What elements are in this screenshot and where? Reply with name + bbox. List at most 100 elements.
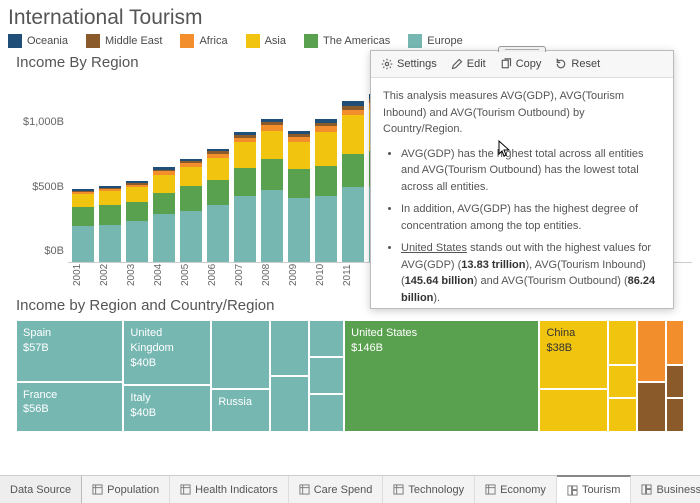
bar[interactable] (99, 186, 121, 262)
treemap-cell-value: $57B (23, 341, 116, 356)
bar-segment[interactable] (288, 198, 310, 262)
bar[interactable] (72, 189, 94, 262)
treemap-cell[interactable] (608, 320, 637, 365)
legend-item[interactable]: Africa (180, 34, 227, 48)
treemap-cell[interactable]: Spain$57B (16, 320, 123, 382)
treemap-cell-value: $146B (351, 341, 532, 356)
legend-label: The Americas (323, 35, 390, 47)
bar-segment[interactable] (261, 131, 283, 159)
treemap-cell[interactable]: France$56B (16, 382, 123, 432)
bar[interactable] (315, 119, 337, 262)
settings-button[interactable]: Settings (381, 58, 437, 70)
bar[interactable] (207, 149, 229, 262)
x-tick-label: 2010 (315, 263, 337, 287)
bar-segment[interactable] (126, 221, 148, 262)
treemap-cell[interactable] (608, 365, 637, 399)
bar-segment[interactable] (261, 190, 283, 262)
bar-segment[interactable] (99, 225, 121, 262)
bar-segment[interactable] (342, 115, 364, 154)
bar-segment[interactable] (288, 169, 310, 197)
bar[interactable] (288, 131, 310, 262)
pencil-icon (451, 58, 463, 70)
legend-item[interactable]: Oceania (8, 34, 68, 48)
bar-segment[interactable] (72, 207, 94, 226)
bar-segment[interactable] (153, 214, 175, 262)
bar-segment[interactable] (288, 142, 310, 169)
sheet-tab[interactable]: Technology (383, 476, 475, 503)
sheet-tab[interactable]: Economy (475, 476, 557, 503)
bar-segment[interactable] (207, 180, 229, 206)
bar-segment[interactable] (72, 194, 94, 207)
bar-segment[interactable] (153, 193, 175, 215)
y-tick-label: $1,000B (23, 116, 64, 128)
tab-label: Population (107, 484, 159, 496)
treemap-cell[interactable] (539, 389, 607, 432)
treemap-cell[interactable] (309, 357, 344, 394)
bar-segment[interactable] (180, 211, 202, 262)
bar-segment[interactable] (72, 226, 94, 262)
x-tick-label: 2004 (153, 263, 175, 287)
treemap-cell[interactable]: United Kingdom$40B (123, 320, 211, 385)
bar[interactable] (153, 167, 175, 262)
treemap-cell[interactable] (666, 398, 684, 432)
treemap-cell[interactable] (666, 320, 684, 365)
bar-segment[interactable] (126, 202, 148, 221)
sheet-tab[interactable]: Population (82, 476, 170, 503)
treemap-cell[interactable]: China$38B (539, 320, 607, 389)
bar-segment[interactable] (207, 205, 229, 262)
treemap-chart[interactable]: Spain$57BFrance$56BUnited Kingdom$40BIta… (16, 320, 684, 432)
bar-segment[interactable] (261, 159, 283, 190)
bar-segment[interactable] (180, 167, 202, 186)
legend-item[interactable]: Asia (246, 34, 286, 48)
bar-segment[interactable] (315, 132, 337, 165)
legend-swatch (86, 34, 100, 48)
bar-segment[interactable] (234, 142, 256, 168)
bar-segment[interactable] (207, 158, 229, 180)
sheet-tab[interactable]: Health Indicators (170, 476, 289, 503)
sheet-tab[interactable]: Business (631, 476, 700, 503)
edit-button[interactable]: Edit (451, 58, 486, 70)
bar[interactable] (342, 101, 364, 262)
bar-segment[interactable] (342, 154, 364, 187)
bar[interactable] (180, 159, 202, 262)
bar-segment[interactable] (153, 175, 175, 193)
treemap-cell[interactable]: Russia (211, 389, 270, 432)
treemap-cell[interactable] (309, 320, 344, 357)
legend-item[interactable]: Middle East (86, 34, 162, 48)
reset-button[interactable]: Reset (555, 58, 600, 70)
copy-button[interactable]: Copy (500, 58, 542, 70)
treemap-cell[interactable]: United States$146B (344, 320, 539, 432)
sheet-tab[interactable]: Tourism (557, 475, 632, 503)
bar-segment[interactable] (99, 191, 121, 205)
treemap-cell-value: $38B (546, 341, 600, 356)
legend-item[interactable]: Europe (408, 34, 462, 48)
popover-body: This analysis measures AVG(GDP), AVG(Tou… (371, 78, 673, 308)
bar-segment[interactable] (315, 196, 337, 262)
bar-segment[interactable] (342, 187, 364, 262)
treemap-cell[interactable] (666, 365, 684, 399)
treemap-cell[interactable] (270, 376, 309, 432)
bar[interactable] (234, 132, 256, 262)
bar[interactable] (261, 119, 283, 262)
bar[interactable] (126, 181, 148, 262)
treemap-cell-value: $56B (23, 402, 116, 417)
treemap-cell[interactable] (637, 382, 666, 432)
bar-segment[interactable] (234, 168, 256, 196)
treemap-cell[interactable] (309, 394, 344, 432)
data-source-tab[interactable]: Data Source (0, 476, 82, 503)
treemap-cell[interactable] (637, 320, 666, 382)
bar-segment[interactable] (234, 196, 256, 262)
legend-label: Africa (199, 35, 227, 47)
bar-segment[interactable] (315, 166, 337, 197)
tab-label: Care Spend (314, 484, 373, 496)
bar-segment[interactable] (180, 186, 202, 210)
bar-segment[interactable] (126, 187, 148, 201)
sheet-tab[interactable]: Care Spend (289, 476, 384, 503)
treemap-cell[interactable]: Italy$40B (123, 385, 211, 432)
treemap-cell[interactable] (270, 320, 309, 376)
treemap-cell[interactable] (608, 398, 637, 432)
treemap-cell[interactable] (211, 320, 270, 389)
bar-segment[interactable] (99, 205, 121, 224)
popover-drag-handle[interactable] (498, 46, 546, 52)
legend-item[interactable]: The Americas (304, 34, 390, 48)
